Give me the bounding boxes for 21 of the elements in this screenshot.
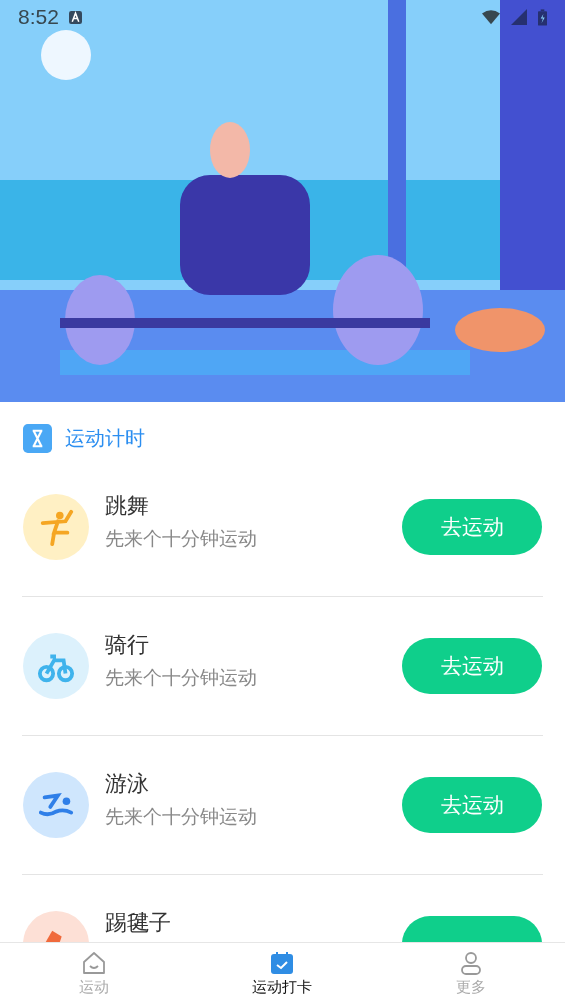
tab[interactable]: 运动打卡	[188, 943, 377, 1004]
tab[interactable]: 更多	[376, 943, 565, 1004]
start-exercise-button[interactable]: 去运动	[402, 777, 542, 833]
house-icon	[81, 950, 108, 976]
signal-icon	[510, 9, 528, 25]
activity-title: 跳舞	[105, 492, 150, 520]
section-title: 运动计时	[65, 425, 145, 452]
start-exercise-button[interactable]: 去运动	[402, 499, 542, 555]
activity-subtitle: 先来个十分钟运动	[105, 665, 258, 690]
battery-icon	[538, 8, 547, 26]
activity-subtitle: 先来个十分钟运动	[105, 804, 258, 829]
clock-time: 8:52	[18, 5, 59, 29]
activity-subtitle: 先来个十分钟运动	[105, 526, 258, 551]
activity-title: 踢毽子	[105, 909, 172, 937]
tab[interactable]: 运动	[0, 943, 189, 1004]
activity-title: 骑行	[105, 631, 150, 659]
calendar-check-icon	[269, 950, 296, 976]
start-exercise-button[interactable]: 去运动	[402, 638, 542, 694]
wifi-icon	[482, 9, 500, 25]
activity-title: 游泳	[105, 770, 150, 798]
hourglass-icon	[23, 424, 52, 453]
